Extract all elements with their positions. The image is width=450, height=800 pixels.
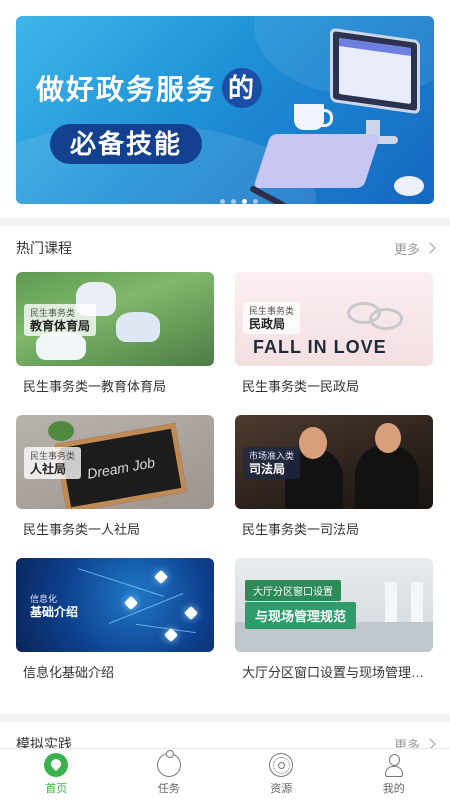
- tab-resource[interactable]: 资源: [225, 749, 338, 800]
- tab-label: 我的: [382, 783, 405, 795]
- course-tag: 信息化 基础介绍: [30, 594, 79, 619]
- carousel-dot[interactable]: [231, 199, 236, 204]
- banner-title: 做好政务服务 的: [36, 68, 263, 108]
- banner-title-accent: 的: [222, 68, 263, 108]
- tab-label: 首页: [45, 783, 68, 795]
- hot-courses-title: 热门课程: [16, 240, 72, 256]
- tab-label: 任务: [157, 783, 180, 795]
- banner-title-text: 做好政务服务: [36, 74, 217, 105]
- course-title: 民生事务类一人社局: [23, 522, 141, 537]
- course-tag: 市场准入类 司法局: [243, 447, 301, 479]
- course-thumbnail: 民生事务类 教育体育局: [16, 272, 214, 366]
- course-tag: 民生事务类 教育体育局: [24, 304, 97, 336]
- tab-home[interactable]: 首页: [0, 749, 113, 800]
- course-title: 民生事务类一民政局: [242, 379, 360, 394]
- course-card-civil-affairs[interactable]: FALL IN LOVE 民生事务类 民政局 民生事务类一民政局: [235, 272, 433, 395]
- section-divider: [0, 218, 450, 226]
- thumbnail-banner: 与现场管理规范: [245, 602, 357, 629]
- coffee-cup-illustration: [294, 104, 333, 130]
- course-card-hall-management[interactable]: 大厅分区窗口设置 与现场管理规范 大厅分区窗口设置与现场管理规范: [235, 558, 433, 681]
- course-card-it-basics[interactable]: 信息化 基础介绍 信息化基础介绍: [16, 558, 214, 681]
- profile-icon: [382, 753, 406, 777]
- more-label: 更多: [393, 241, 420, 257]
- course-card-human-resources[interactable]: Dream Job 民生事务类 人社局 民生事务类一人社局: [16, 415, 214, 538]
- mouse-illustration: [394, 176, 424, 196]
- course-card-education[interactable]: 民生事务类 教育体育局 民生事务类一教育体育局: [16, 272, 214, 395]
- thumbnail-text: FALL IN LOVE: [253, 337, 387, 357]
- thumbnail-banner: 大厅分区窗口设置: [245, 580, 341, 601]
- course-thumbnail: Dream Job 民生事务类 人社局: [16, 415, 214, 509]
- tab-profile[interactable]: 我的: [338, 749, 450, 800]
- carousel-dot[interactable]: [253, 199, 258, 204]
- course-card-justice[interactable]: 市场准入类 司法局 民生事务类一司法局: [235, 415, 433, 538]
- course-title: 民生事务类一司法局: [242, 522, 360, 537]
- tab-label: 资源: [270, 783, 293, 795]
- course-thumbnail: 大厅分区窗口设置 与现场管理规范: [235, 558, 433, 652]
- course-tag: 民生事务类 人社局: [24, 447, 82, 479]
- carousel-indicator: [220, 199, 258, 204]
- hot-courses-header: 热门课程 更多: [16, 238, 436, 258]
- monitor-illustration: [330, 27, 422, 144]
- course-thumbnail: 市场准入类 司法局: [235, 415, 433, 509]
- carousel-dot-active[interactable]: [242, 199, 247, 204]
- chevron-right-icon: [424, 242, 436, 254]
- tab-task[interactable]: 任务: [113, 749, 226, 800]
- hot-courses-more-link[interactable]: 更多: [393, 239, 436, 258]
- course-tag: 民生事务类 民政局: [243, 302, 301, 334]
- home-icon: [44, 753, 69, 777]
- banner-subtitle: 必备技能: [50, 124, 203, 164]
- keyboard-illustration: [253, 134, 381, 188]
- section-divider: [0, 714, 450, 722]
- course-thumbnail: FALL IN LOVE 民生事务类 民政局: [235, 272, 433, 366]
- course-title: 大厅分区窗口设置与现场管理规范: [242, 665, 433, 680]
- course-title: 民生事务类一教育体育局: [23, 379, 167, 394]
- resource-icon: [269, 753, 294, 777]
- bottom-tab-bar: 首页 任务 资源 我的: [0, 748, 450, 800]
- course-thumbnail: 信息化 基础介绍: [16, 558, 214, 652]
- carousel-dot[interactable]: [220, 199, 225, 204]
- banner-carousel[interactable]: 做好政务服务 的 必备技能: [16, 16, 434, 204]
- task-icon: [156, 750, 181, 777]
- course-title: 信息化基础介绍: [23, 665, 115, 680]
